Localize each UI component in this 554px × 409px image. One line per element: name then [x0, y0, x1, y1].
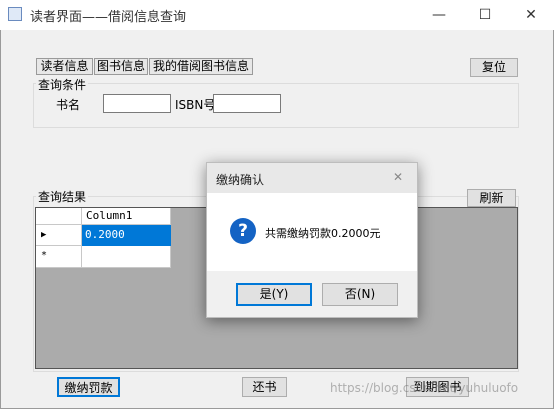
dialog-message: 共需缴纳罚款0.2000元 [265, 227, 381, 240]
question-icon: ? [230, 218, 256, 244]
minimize-button[interactable]: — [416, 0, 462, 30]
grid-cell-selected[interactable]: 0.2000 [82, 225, 171, 246]
watermark: https://blog.csdn.net/yuhuluofo [330, 381, 519, 395]
pay-fine-button[interactable]: 缴纳罚款 [57, 377, 120, 397]
dialog-title: 缴纳确认 [216, 173, 265, 187]
title-bar: 读者界面——借阅信息查询 — ☐ ✕ [0, 0, 554, 30]
dialog-footer: 是(Y) 否(N) [207, 271, 417, 317]
isbn-label: ISBN号 [175, 98, 216, 112]
close-button[interactable]: ✕ [508, 0, 554, 30]
yes-button[interactable]: 是(Y) [236, 283, 312, 306]
dialog-close-icon[interactable]: ✕ [393, 170, 403, 184]
book-name-label: 书名 [56, 98, 81, 112]
isbn-input[interactable] [213, 94, 281, 113]
grid-corner-header [36, 208, 82, 225]
query-group-label: 查询条件 [36, 76, 89, 93]
row-indicator-new[interactable]: * [36, 246, 82, 268]
results-group-label: 查询结果 [36, 188, 89, 205]
window-title: 读者界面——借阅信息查询 [30, 10, 187, 25]
grid-cell-new[interactable] [82, 246, 171, 268]
reset-button[interactable]: 复位 [470, 58, 518, 77]
no-button[interactable]: 否(N) [322, 283, 398, 306]
maximize-button[interactable]: ☐ [462, 0, 508, 30]
tab-reader-info[interactable]: 读者信息 [36, 58, 93, 75]
refresh-button[interactable]: 刷新 [467, 189, 516, 207]
grid-column-header[interactable]: Column1 [82, 208, 171, 225]
dialog-title-bar: 缴纳确认 ✕ [207, 163, 417, 193]
tab-my-borrowed-books[interactable]: 我的借阅图书信息 [149, 58, 253, 75]
tab-book-info[interactable]: 图书信息 [94, 58, 148, 75]
row-indicator-current[interactable]: ▶ [36, 225, 82, 246]
confirm-dialog: 缴纳确认 ✕ ? 共需缴纳罚款0.2000元 是(Y) 否(N) [206, 162, 418, 318]
book-name-input[interactable] [103, 94, 171, 113]
app-icon [8, 7, 22, 21]
return-book-button[interactable]: 还书 [242, 377, 287, 397]
